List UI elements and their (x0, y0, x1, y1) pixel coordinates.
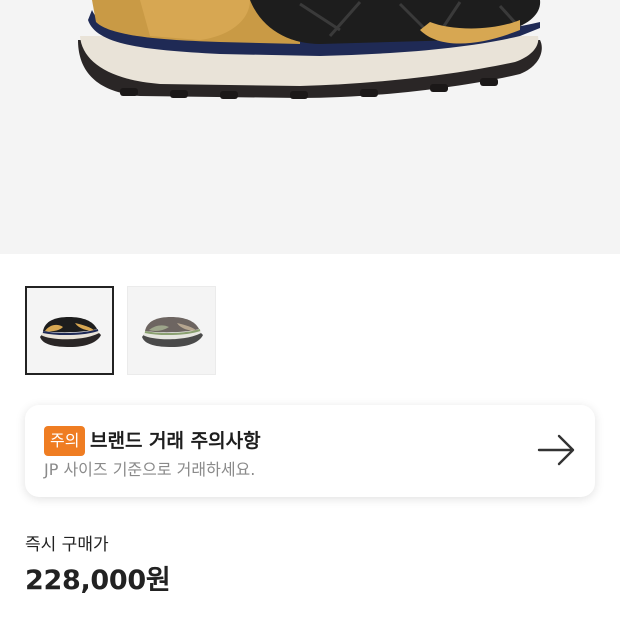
thumbnail-1[interactable] (25, 286, 114, 375)
notice-title: 브랜드 거래 주의사항 (90, 430, 261, 452)
arrow-right-icon[interactable] (537, 433, 577, 467)
shoe-illustration (78, 0, 542, 99)
thumbnail-2[interactable] (127, 286, 216, 375)
instant-buy-price: 228,000원 (25, 565, 171, 596)
brand-notice-card[interactable]: 주의 브랜드 거래 주의사항 JP 사이즈 기준으로 거래하세요. (25, 405, 595, 497)
shoe-thumbnail-icon (39, 316, 101, 347)
thumbnail-strip (25, 286, 216, 375)
instant-buy-price-label: 즉시 구매가 (25, 535, 109, 555)
notice-badge: 주의 (44, 426, 86, 456)
shoe-thumbnail-icon (141, 316, 203, 347)
notice-subtitle: JP 사이즈 기준으로 거래하세요. (44, 460, 256, 479)
product-main-image (0, 0, 620, 254)
